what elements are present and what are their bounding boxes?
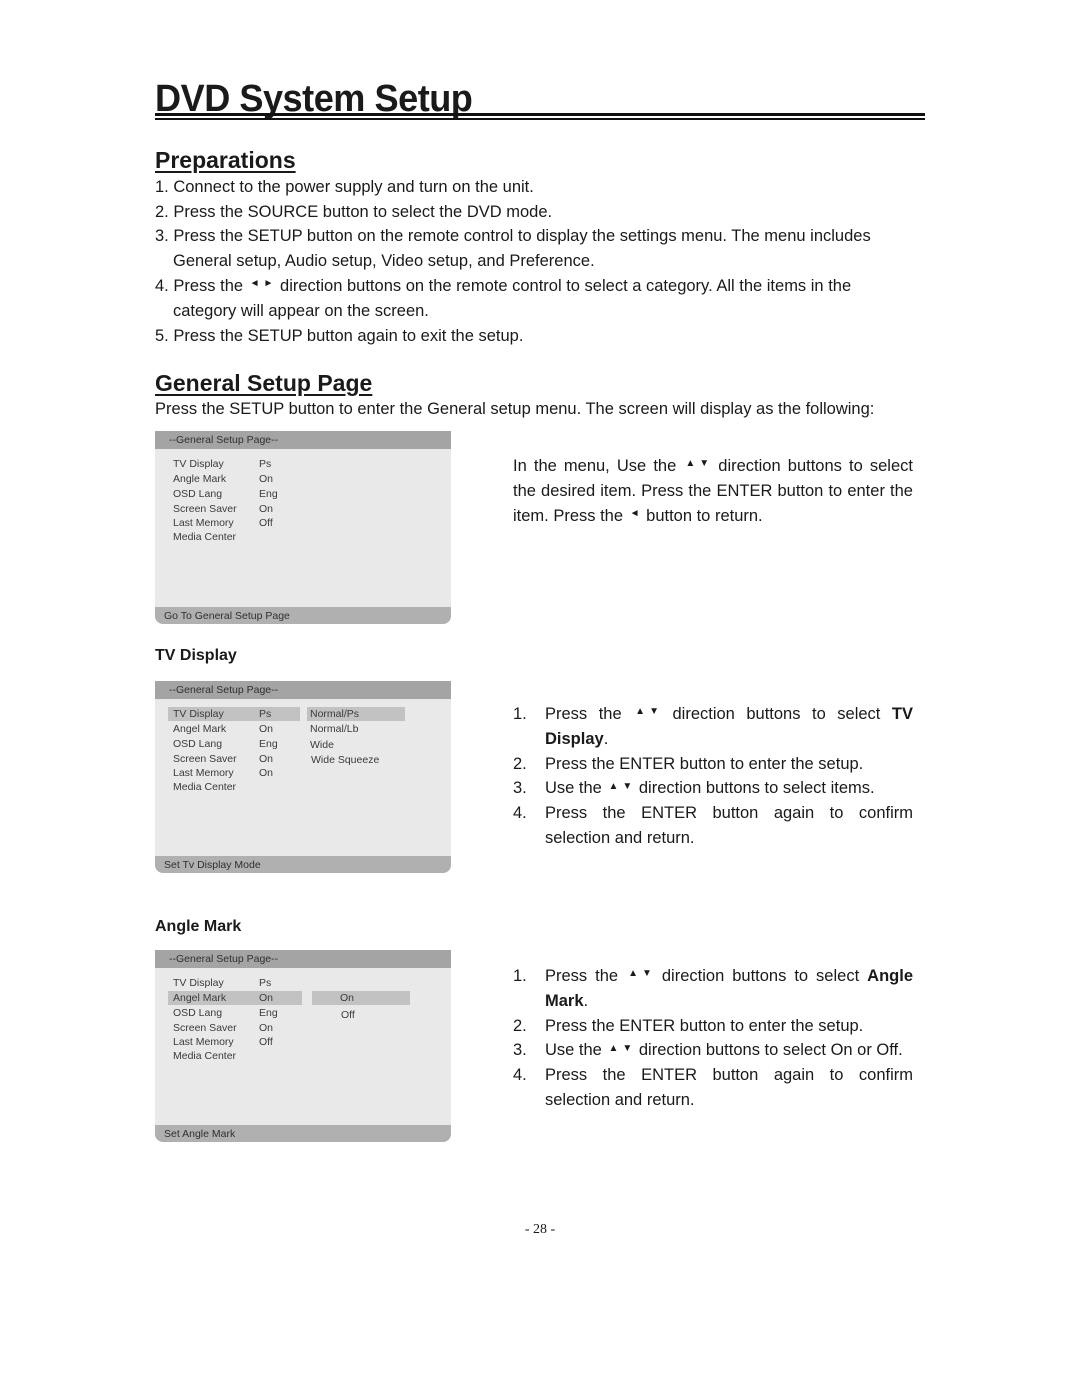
angle-mark-steps: 1. Press the ▲ ▼ direction buttons to sel… xyxy=(513,964,913,1113)
right-arrow-icon: ► xyxy=(263,278,274,290)
navigation-instructions: In the menu, Use the ▲ ▼ direction button… xyxy=(513,454,913,529)
down-arrow-icon: ▼ xyxy=(699,458,710,470)
tv-display-step-1: 1. Press the ▲ ▼ direction buttons to sel… xyxy=(513,702,913,752)
angle-mark-heading: Angle Mark xyxy=(155,918,242,935)
menu-option: Normal/Lb xyxy=(310,723,359,735)
tv-display-step-4: 4. Press the ENTER button again to confi… xyxy=(513,804,913,848)
menu-body: TV Display Ps Angel Mark On OSD Lang Eng Sc… xyxy=(155,699,451,873)
up-arrow-icon: ▲ xyxy=(608,1042,619,1054)
up-arrow-icon: ▲ xyxy=(685,458,696,470)
menu-footer: Set Angle Mark xyxy=(155,1125,451,1142)
preparation-step-4: 4. Press the ◄ ► direction buttons on the… xyxy=(155,274,927,299)
menu-footer: Set Tv Display Mode xyxy=(155,856,451,873)
preparation-step-3-cont: General setup, Audio setup, Video setup,… xyxy=(173,252,595,271)
page-number: - 28 - xyxy=(524,1222,556,1237)
tv-display-steps: 1. Press the ▲ ▼ direction buttons to sel… xyxy=(513,702,913,851)
tv-display-step-3: 3. Use the ▲ ▼ direction buttons to selec… xyxy=(513,776,913,801)
angle-mark-step-1: 1. Press the ▲ ▼ direction buttons to sel… xyxy=(513,964,913,1014)
angle-mark-step-2: 2. Press the ENTER button to enter the s… xyxy=(513,1016,864,1035)
up-arrow-icon: ▲ xyxy=(635,706,646,718)
angle-mark-menu-screenshot: --General Setup Page-- TV Display Ps Ange… xyxy=(155,950,451,1142)
down-arrow-icon: ▼ xyxy=(641,968,652,980)
menu-option-selected: On xyxy=(340,992,355,1004)
menu-body: TV Display Ps Angle Mark On OSD Lang Eng Sc… xyxy=(155,449,451,624)
preparation-step-2: 2. Press the SOURCE button to select the… xyxy=(155,202,553,221)
up-arrow-icon: ▲ xyxy=(628,968,638,980)
tv-display-step-2: 2. Press the ENTER button to enter the s… xyxy=(513,754,864,773)
left-arrow-icon: ◄ xyxy=(249,278,260,290)
down-arrow-icon: ▼ xyxy=(649,706,659,718)
down-arrow-icon: ▼ xyxy=(622,780,633,792)
general-setup-menu-screenshot: --General Setup Page-- TV Display Ps Angl… xyxy=(155,431,451,624)
preparations-heading: Preparations xyxy=(155,147,296,173)
tv-display-heading: TV Display xyxy=(155,647,237,664)
menu-footer: Go To General Setup Page xyxy=(155,607,451,624)
preparation-step-5: 5. Press the SETUP button again to exit … xyxy=(155,326,524,345)
angle-mark-step-3: 3. Use the ▲ ▼ direction buttons to selec… xyxy=(513,1038,913,1063)
title-rule xyxy=(155,113,925,120)
menu-body: TV Display Ps Angel Mark On OSD Lang Eng Sc… xyxy=(155,968,451,1142)
angle-mark-step-4: 4. Press the ENTER button again to confi… xyxy=(513,1066,913,1110)
menu-header: --General Setup Page-- xyxy=(155,950,451,968)
preparation-step-1: 1. Connect to the power supply and turn … xyxy=(155,178,534,196)
menu-header: --General Setup Page-- xyxy=(155,431,451,449)
general-setup-heading: General Setup Page xyxy=(155,370,373,396)
preparation-step-4-cont: category will appear on the screen. xyxy=(173,301,429,320)
menu-option: Wide Squeeze xyxy=(311,754,380,766)
menu-header: --General Setup Page-- xyxy=(155,681,451,699)
up-arrow-icon: ▲ xyxy=(608,780,619,792)
general-setup-intro: Press the SETUP button to enter the Gene… xyxy=(155,400,875,418)
preparation-step-3: 3. Press the SETUP button on the remote … xyxy=(155,227,871,246)
menu-option-selected: Normal/Ps xyxy=(310,708,360,720)
preparations-list: 1. Connect to the power supply and turn … xyxy=(155,175,927,348)
left-arrow-icon: ◄ xyxy=(629,507,640,519)
down-arrow-icon: ▼ xyxy=(622,1042,633,1054)
tv-display-menu-screenshot: --General Setup Page-- TV Display Ps Ange… xyxy=(155,681,451,873)
menu-option: Wide xyxy=(310,739,334,751)
menu-option: Off xyxy=(341,1009,355,1021)
selected-option-highlight xyxy=(312,991,410,1005)
